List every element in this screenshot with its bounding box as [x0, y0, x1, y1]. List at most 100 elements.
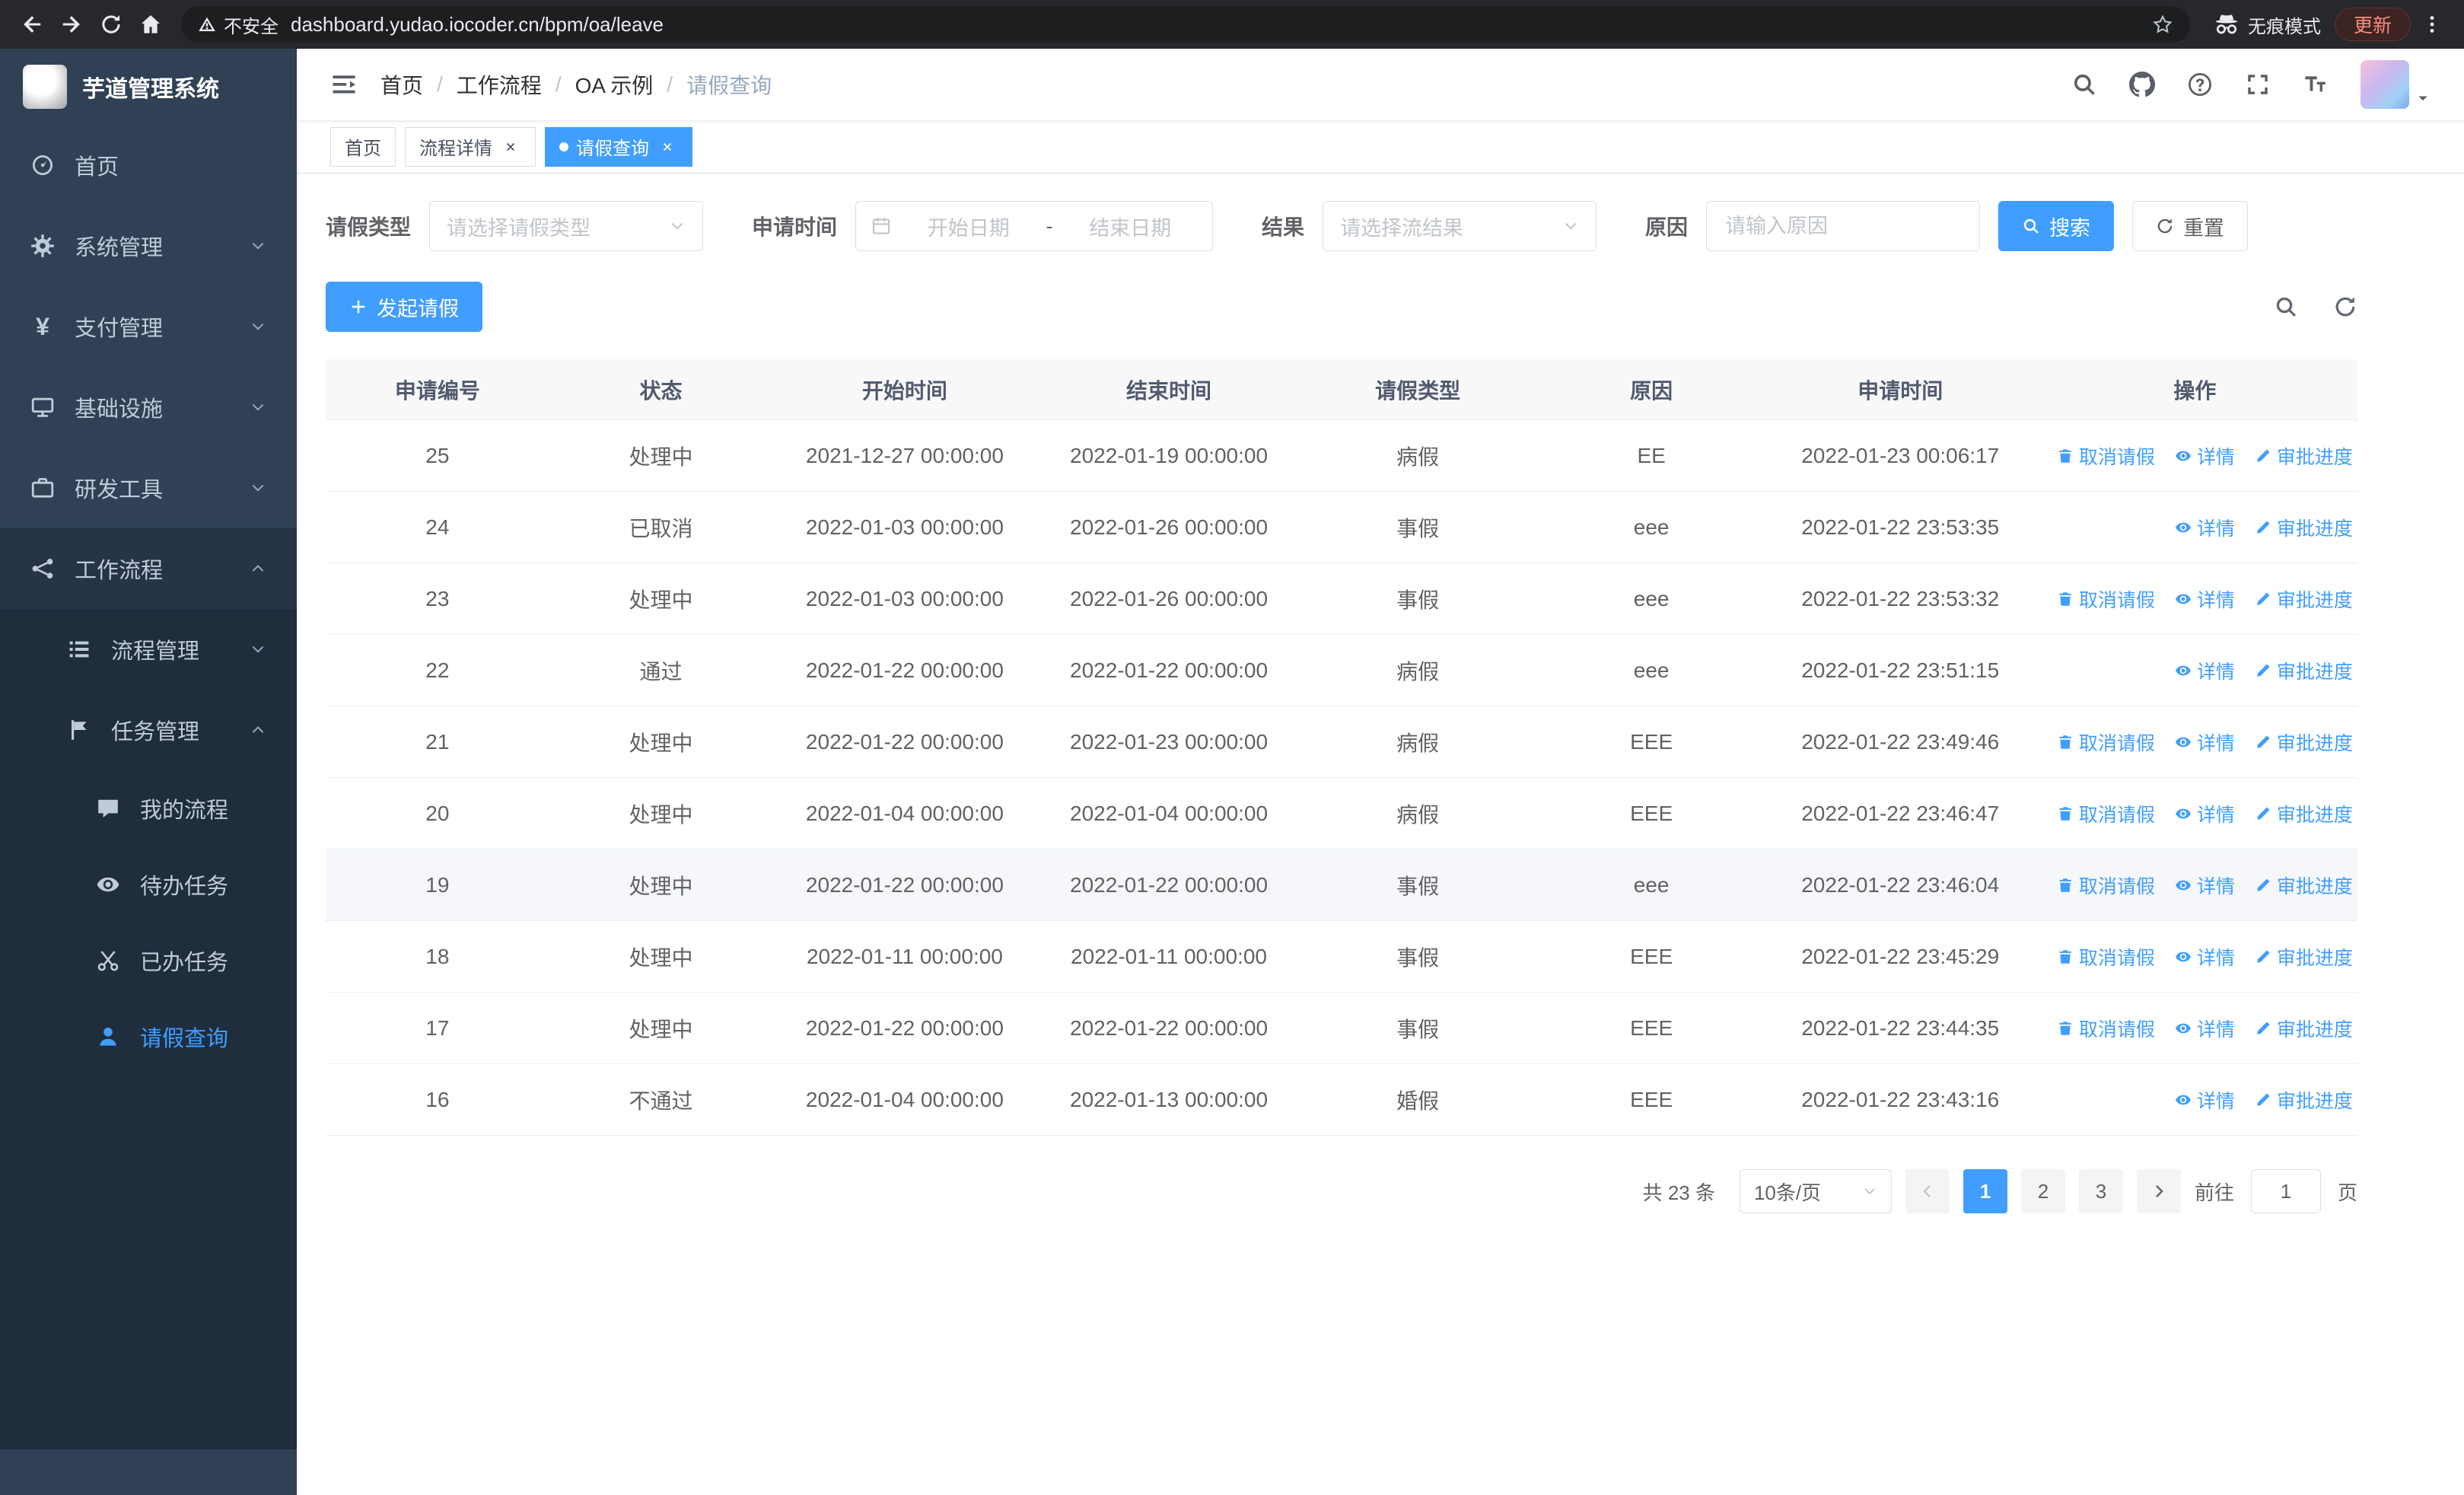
reset-button[interactable]: 重置	[2132, 201, 2249, 251]
prev-page-button[interactable]	[1905, 1169, 1950, 1213]
font-size-button[interactable]	[2303, 72, 2329, 97]
page-button-1[interactable]: 1	[1963, 1169, 2007, 1213]
browser-back-button[interactable]	[14, 6, 50, 43]
result-select[interactable]: 请选择流结果	[1323, 201, 1597, 251]
search-button[interactable]: 搜索	[1998, 201, 2115, 251]
sidebar-item-yen[interactable]: ¥ 支付管理	[0, 286, 297, 367]
create-leave-button[interactable]: 发起请假	[326, 282, 482, 332]
app-header: 首页 / 工作流程 / OA 示例 / 请假查询	[297, 49, 2464, 120]
cell-end: 2022-01-26 00:00:00	[1070, 586, 1269, 610]
progress-link[interactable]: 审批进度	[2255, 1015, 2353, 1042]
cell-type: 事假	[1396, 516, 1440, 540]
page-button-2[interactable]: 2	[2020, 1169, 2065, 1213]
leave-type-select[interactable]: 请选择请假类型	[429, 201, 704, 251]
cell-applyTime: 2022-01-22 23:44:35	[1801, 1015, 2000, 1040]
progress-link[interactable]: 审批进度	[2255, 800, 2353, 827]
detail-label: 详情	[2196, 732, 2235, 754]
infrastructure-icon	[31, 397, 54, 417]
security-indicator[interactable]: 不安全	[198, 11, 279, 38]
sidebar-toggle-button[interactable]	[330, 71, 358, 98]
browser-update-button[interactable]: 更新	[2334, 8, 2411, 41]
browser-menu-button[interactable]	[2414, 6, 2450, 43]
tab-label: 流程详情	[419, 139, 492, 159]
cancel-link[interactable]: 取消请假	[2057, 728, 2155, 756]
progress-link[interactable]: 审批进度	[2255, 442, 2353, 470]
progress-link[interactable]: 审批进度	[2255, 872, 2353, 899]
detail-link[interactable]: 详情	[2175, 585, 2235, 613]
bookmark-star-button[interactable]	[2152, 14, 2173, 35]
progress-link[interactable]: 审批进度	[2255, 657, 2353, 684]
table-row: 16 不通过 2022-01-04 00:00:00 2022-01-13 00:00…	[326, 1064, 2357, 1136]
detail-link[interactable]: 详情	[2175, 1015, 2235, 1042]
breadcrumb-item[interactable]: OA 示例	[575, 69, 654, 100]
goto-page-input[interactable]	[2250, 1169, 2321, 1213]
cancel-link[interactable]: 取消请假	[2057, 585, 2155, 613]
detail-link[interactable]: 详情	[2175, 1086, 2235, 1114]
github-link[interactable]	[2129, 72, 2155, 97]
tab-0[interactable]: 首页	[330, 126, 396, 167]
browser-reload-button[interactable]	[93, 6, 129, 43]
cell-id: 21	[425, 729, 450, 754]
cancel-link[interactable]: 取消请假	[2057, 872, 2155, 899]
sidebar-item-scissors[interactable]: 已办任务	[0, 923, 297, 999]
browser-home-button[interactable]	[132, 6, 169, 43]
tab-close-icon[interactable]	[657, 136, 678, 158]
progress-link[interactable]: 审批进度	[2255, 585, 2353, 613]
progress-label: 审批进度	[2276, 661, 2353, 683]
detail-link[interactable]: 详情	[2175, 943, 2235, 971]
cancel-label: 取消请假	[2078, 1018, 2155, 1041]
table-row: 22 通过 2022-01-22 00:00:00 2022-01-22 00:00:…	[326, 635, 2357, 706]
toggle-search-button[interactable]	[2274, 295, 2298, 319]
sidebar-item-chat[interactable]: 我的流程	[0, 770, 297, 846]
sidebar-item-dashboard[interactable]: 首页	[0, 125, 297, 206]
progress-link[interactable]: 审批进度	[2255, 728, 2353, 756]
cell-start: 2022-01-22 00:00:00	[805, 872, 1004, 897]
browser-forward-button[interactable]	[53, 6, 90, 43]
sidebar-item-process[interactable]: 流程管理	[0, 609, 297, 690]
next-page-button[interactable]	[2136, 1169, 2181, 1213]
address-bar[interactable]: 不安全 dashboard.yudao.iocoder.cn/bpm/oa/le…	[181, 6, 2190, 43]
sidebar-item-eye[interactable]: 待办任务	[0, 846, 297, 923]
cancel-link[interactable]: 取消请假	[2057, 442, 2155, 470]
sidebar-item-task[interactable]: 任务管理	[0, 690, 297, 770]
tab-2[interactable]: 请假查询	[545, 126, 692, 167]
reason-input[interactable]	[1706, 201, 1981, 251]
sidebar-item-tools[interactable]: 研发工具	[0, 448, 297, 528]
breadcrumb-item[interactable]: 首页	[380, 69, 423, 100]
sidebar-logo[interactable]: 芋道管理系统	[0, 49, 297, 125]
eye-icon	[97, 877, 119, 892]
sidebar-item-infrastructure[interactable]: 基础设施	[0, 367, 297, 448]
table-tools	[2274, 295, 2357, 319]
detail-link[interactable]: 详情	[2175, 442, 2235, 470]
tab-1[interactable]: 流程详情	[405, 126, 536, 167]
progress-link[interactable]: 审批进度	[2255, 943, 2353, 971]
cell-start: 2022-01-22 00:00:00	[805, 1015, 1004, 1040]
page-size-select[interactable]: 10条/页	[1739, 1169, 1892, 1213]
sidebar-item-workflow[interactable]: 工作流程	[0, 528, 297, 609]
tab-close-icon[interactable]	[500, 136, 521, 158]
header-search-button[interactable]	[2071, 72, 2097, 97]
fullscreen-button[interactable]	[2245, 72, 2271, 97]
detail-link[interactable]: 详情	[2175, 728, 2235, 756]
cell-id: 22	[425, 658, 450, 682]
detail-link[interactable]: 详情	[2175, 514, 2235, 541]
progress-link[interactable]: 审批进度	[2255, 1086, 2353, 1114]
page-button-3[interactable]: 3	[2078, 1169, 2123, 1213]
help-button[interactable]	[2187, 72, 2213, 97]
cancel-link[interactable]: 取消请假	[2057, 943, 2155, 971]
breadcrumb-item[interactable]: 工作流程	[457, 69, 542, 100]
sidebar-menu: 首页 系统管理 ¥ 支付管理 基础设施 研发工具 工作流程	[0, 125, 297, 609]
detail-link[interactable]: 详情	[2175, 872, 2235, 899]
cancel-link[interactable]: 取消请假	[2057, 800, 2155, 827]
apply-time-range-picker[interactable]: 开始日期 - 结束日期	[855, 201, 1214, 251]
cancel-link[interactable]: 取消请假	[2057, 1015, 2155, 1042]
cancel-label: 取消请假	[2078, 732, 2155, 754]
sidebar-item-gear[interactable]: 系统管理	[0, 206, 297, 286]
detail-link[interactable]: 详情	[2175, 657, 2235, 684]
detail-link[interactable]: 详情	[2175, 800, 2235, 827]
progress-label: 审批进度	[2276, 804, 2353, 826]
refresh-table-button[interactable]	[2333, 295, 2357, 319]
progress-link[interactable]: 审批进度	[2255, 514, 2353, 541]
user-avatar-menu[interactable]	[2361, 60, 2431, 109]
sidebar-item-user[interactable]: 请假查询	[0, 999, 297, 1075]
